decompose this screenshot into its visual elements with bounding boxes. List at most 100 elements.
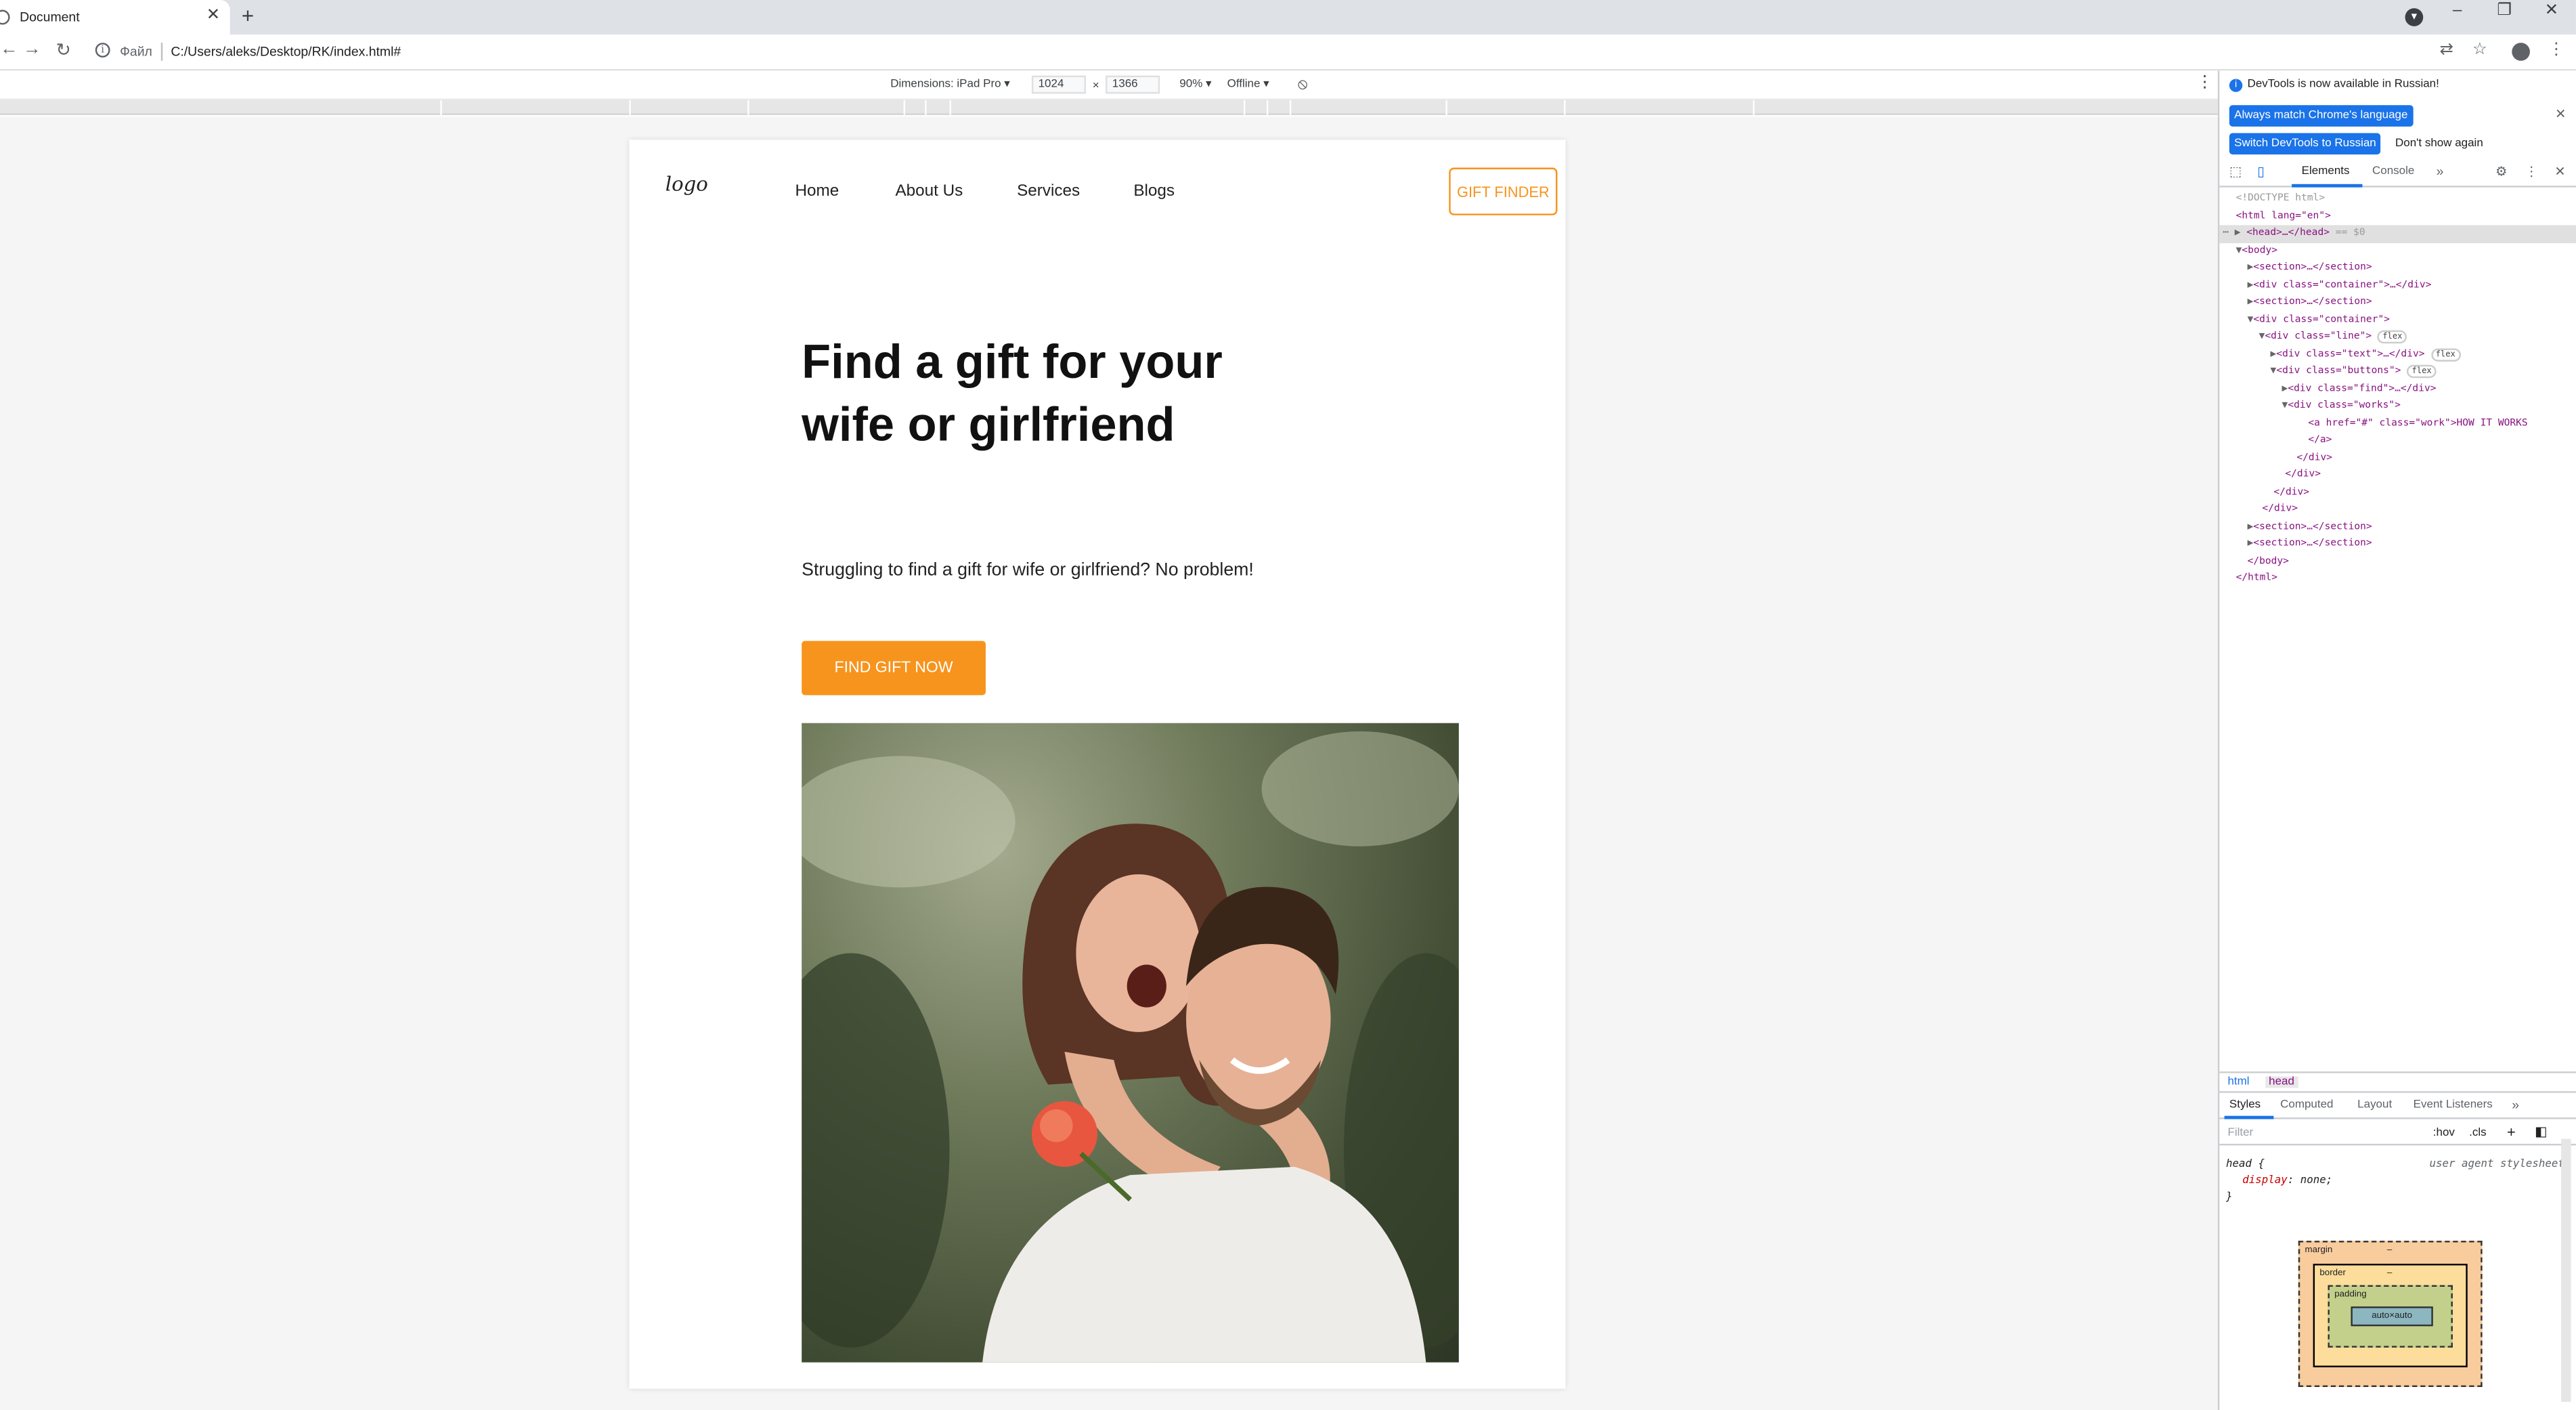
device-menu-icon[interactable]: ⋮: [2196, 74, 2212, 92]
window-close-icon[interactable]: ✕: [2545, 1, 2558, 20]
rotate-icon[interactable]: ⦸: [1298, 76, 1307, 94]
flex-badge[interactable]: flex: [2377, 330, 2407, 344]
restore-icon[interactable]: ❐: [2497, 1, 2512, 20]
browser-toolbar: ← → ↻ i Файл C:/Users/aleks/Desktop/RK/i…: [0, 34, 2576, 71]
rule-selector: head {: [2226, 1157, 2265, 1170]
crumb-html[interactable]: html: [2227, 1076, 2249, 1088]
always-match-language-button[interactable]: Always match Chrome's language: [2229, 105, 2413, 127]
tab-title: Document: [20, 9, 80, 25]
height-input[interactable]: 1366: [1106, 75, 1160, 94]
reload-icon[interactable]: ↻: [56, 39, 71, 61]
more-options-icon[interactable]: ⋮: [2525, 165, 2538, 179]
nav-blogs[interactable]: Blogs: [1133, 182, 1175, 200]
browser-tab[interactable]: Document ✕: [0, 0, 230, 35]
more-tabs-icon[interactable]: »: [2437, 165, 2444, 179]
box-padding: padding auto×auto: [2328, 1285, 2453, 1348]
dont-show-again-button[interactable]: Don't show again: [2391, 133, 2488, 155]
device-viewport: logo Home About Us Services Blogs GIFT F…: [0, 116, 2218, 1410]
dom-div-works[interactable]: <div class="works">: [2288, 400, 2401, 411]
rule-source: user agent stylesheet: [2429, 1157, 2564, 1170]
dom-div-container[interactable]: <div class="container">…</div>: [2253, 278, 2431, 290]
dom-div-text[interactable]: <div class="text">…</div>: [2276, 347, 2424, 359]
rule-close: }: [2226, 1189, 2233, 1203]
dom-section[interactable]: <section>…</section>: [2253, 261, 2372, 273]
address-url[interactable]: C:/Users/aleks/Desktop/RK/index.html#: [171, 45, 401, 60]
dom-div-line[interactable]: <div class="line">: [2265, 330, 2372, 342]
dom-html-close: </html>: [2235, 572, 2277, 584]
dom-div-buttons[interactable]: <div class="buttons">: [2276, 365, 2401, 377]
more-tabs-icon[interactable]: »: [2512, 1098, 2519, 1113]
add-rule-icon[interactable]: +: [2507, 1124, 2516, 1140]
rule-value: none;: [2300, 1173, 2333, 1187]
class-toggle[interactable]: .cls: [2469, 1128, 2486, 1139]
dom-div-close: </div>: [2296, 451, 2333, 463]
flex-badge[interactable]: flex: [2430, 347, 2461, 361]
info-icon[interactable]: i: [95, 43, 110, 58]
couple-illustration: [802, 731, 1459, 1363]
info-icon: i: [2229, 79, 2243, 92]
menu-icon[interactable]: ⋮: [2548, 41, 2564, 60]
device-icon[interactable]: ▯: [2257, 165, 2265, 179]
dom-section[interactable]: <section>…</section>: [2253, 296, 2372, 307]
inspect-icon[interactable]: ⬚: [2229, 165, 2242, 179]
dom-a-work[interactable]: <a href="#" class="work">HOW IT WORKS: [2308, 416, 2527, 428]
close-icon[interactable]: ✕: [2554, 165, 2565, 179]
dimensions-select[interactable]: Dimensions: iPad Pro ▾: [890, 77, 1010, 90]
rule-property: display: [2242, 1173, 2288, 1187]
zoom-value: 90%: [1179, 79, 1203, 91]
settings-icon[interactable]: ⚙: [2495, 165, 2507, 179]
box-padding-label: padding: [2334, 1289, 2367, 1300]
nav-about-us[interactable]: About Us: [895, 182, 963, 200]
tab-event-listeners[interactable]: Event Listeners: [2414, 1099, 2493, 1111]
zoom-select[interactable]: 90% ▾: [1179, 77, 1211, 90]
dom-div-container-open[interactable]: <div class="container">: [2253, 313, 2390, 324]
hero-title: Find a gift for your wife or girlfriend: [802, 337, 1223, 452]
translate-icon[interactable]: ⇄: [2440, 41, 2453, 60]
gift-finder-button[interactable]: GIFT FINDER: [1449, 167, 1558, 215]
crumb-head[interactable]: head: [2265, 1076, 2298, 1088]
network-value: Offline: [1227, 79, 1261, 91]
active-tab-indicator: [2224, 1115, 2274, 1119]
dom-div-find[interactable]: <div class="find">…</div>: [2288, 382, 2436, 393]
tab-styles[interactable]: Styles: [2229, 1099, 2261, 1111]
forward-icon[interactable]: →: [23, 39, 41, 59]
dom-head[interactable]: <head>…</head>: [2246, 227, 2330, 238]
devtools-tabs: ⬚ ▯ Elements Console » ⚙ ⋮ ✕: [2219, 161, 2576, 188]
styles-scrollbar[interactable]: [2561, 1138, 2571, 1402]
find-gift-now-button[interactable]: FIND GIFT NOW: [802, 641, 986, 696]
network-select[interactable]: Offline ▾: [1227, 77, 1269, 90]
tab-console[interactable]: Console: [2372, 166, 2414, 177]
back-icon[interactable]: ←: [0, 39, 18, 59]
styles-filter-bar: Filter :hov .cls + ◧: [2219, 1121, 2576, 1146]
hover-toggle[interactable]: :hov: [2433, 1128, 2455, 1139]
star-icon[interactable]: ☆: [2472, 41, 2487, 60]
tab-close-icon[interactable]: ✕: [206, 7, 220, 25]
tab-elements[interactable]: Elements: [2302, 166, 2350, 177]
dom-section[interactable]: <section>…</section>: [2253, 537, 2372, 549]
dom-body-close: </body>: [2247, 554, 2289, 566]
switch-to-russian-button[interactable]: Switch DevTools to Russian: [2229, 133, 2382, 155]
flex-badge[interactable]: flex: [2407, 364, 2437, 379]
dom-div-close: </div>: [2262, 503, 2298, 515]
filter-input[interactable]: Filter: [2227, 1128, 2253, 1139]
tab-computed[interactable]: Computed: [2280, 1099, 2333, 1111]
width-input[interactable]: 1024: [1031, 75, 1086, 94]
nav-home[interactable]: Home: [795, 182, 839, 200]
sidebar-toggle-icon[interactable]: ◧: [2535, 1124, 2547, 1139]
dom-div-close: </div>: [2285, 468, 2321, 480]
hero-photo-couple: [802, 723, 1459, 1363]
new-tab-button[interactable]: +: [242, 3, 254, 28]
box-border: border – padding auto×auto: [2313, 1264, 2468, 1367]
tab-search-icon[interactable]: ▾: [2405, 8, 2424, 26]
profile-icon[interactable]: [2512, 43, 2530, 61]
minimize-icon[interactable]: –: [2453, 1, 2462, 20]
dom-section[interactable]: <section>…</section>: [2253, 520, 2372, 532]
dom-body[interactable]: <body>: [2242, 244, 2277, 255]
site-logo[interactable]: logo: [665, 173, 708, 196]
dom-html[interactable]: <html lang="en">: [2236, 209, 2331, 221]
box-content: auto×auto: [2351, 1306, 2433, 1327]
banner-close-icon[interactable]: ✕: [2555, 107, 2566, 122]
tab-layout[interactable]: Layout: [2357, 1099, 2392, 1111]
media-query-ruler[interactable]: [0, 100, 2218, 115]
nav-services[interactable]: Services: [1017, 182, 1080, 200]
